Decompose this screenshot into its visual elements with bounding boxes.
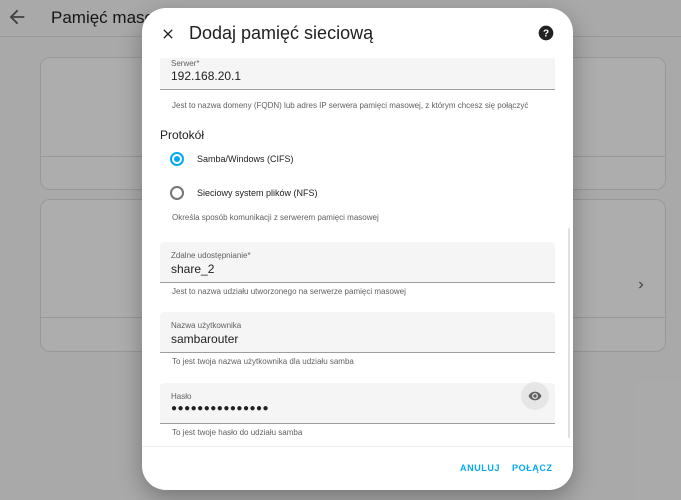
content-scrollbar[interactable] [568, 228, 570, 438]
dialog-actions: ANULUJ POŁĄCZ [142, 446, 573, 490]
protocol-title: Protokół [160, 128, 205, 142]
username-input[interactable]: sambarouter [171, 332, 238, 346]
server-field[interactable]: Serwer* 192.168.20.1 [160, 58, 555, 90]
connect-button[interactable]: POŁĄCZ [512, 463, 553, 473]
server-input[interactable]: 192.168.20.1 [171, 69, 241, 83]
add-network-storage-dialog: Dodaj pamięć sieciową ? Serwer* 192.168.… [142, 8, 573, 490]
server-helper-text: Jest to nazwa domeny (FQDN) lub adres IP… [172, 101, 529, 110]
dialog-title: Dodaj pamięć sieciową [189, 23, 374, 43]
remote-share-label: Zdalne udostępnianie* [171, 251, 251, 260]
username-field[interactable]: Nazwa użytkownika sambarouter [160, 312, 555, 353]
password-helper-text: To jest twoje hasło do udziału samba [172, 428, 303, 437]
svg-text:?: ? [543, 28, 549, 39]
password-field[interactable]: Hasło ●●●●●●●●●●●●●●● [160, 383, 555, 424]
username-label: Nazwa użytkownika [171, 321, 242, 330]
remote-share-field[interactable]: Zdalne udostępnianie* share_2 [160, 242, 555, 283]
server-field-label: Serwer* [171, 59, 200, 68]
protocol-helper-text: Określa sposób komunikacji z serwerem pa… [172, 213, 379, 222]
remote-share-helper-text: Jest to nazwa udziału utworzonego na ser… [172, 287, 406, 296]
username-helper-text: To jest twoja nazwa użytkownika dla udzi… [172, 357, 354, 366]
radio-nfs[interactable] [170, 186, 184, 200]
cancel-button[interactable]: ANULUJ [460, 463, 500, 473]
close-icon[interactable] [160, 26, 176, 42]
remote-share-input[interactable]: share_2 [171, 262, 214, 276]
dialog-content: Serwer* 192.168.20.1 Jest to nazwa domen… [142, 58, 573, 446]
eye-icon [528, 391, 542, 401]
password-label: Hasło [171, 392, 192, 401]
radio-cifs[interactable] [170, 152, 184, 166]
help-icon[interactable]: ? [538, 25, 554, 41]
radio-nfs-label[interactable]: Sieciowy system plików (NFS) [197, 188, 318, 198]
radio-cifs-label[interactable]: Samba/Windows (CIFS) [197, 154, 294, 164]
show-password-button[interactable] [521, 382, 549, 410]
password-input[interactable]: ●●●●●●●●●●●●●●● [171, 403, 269, 414]
